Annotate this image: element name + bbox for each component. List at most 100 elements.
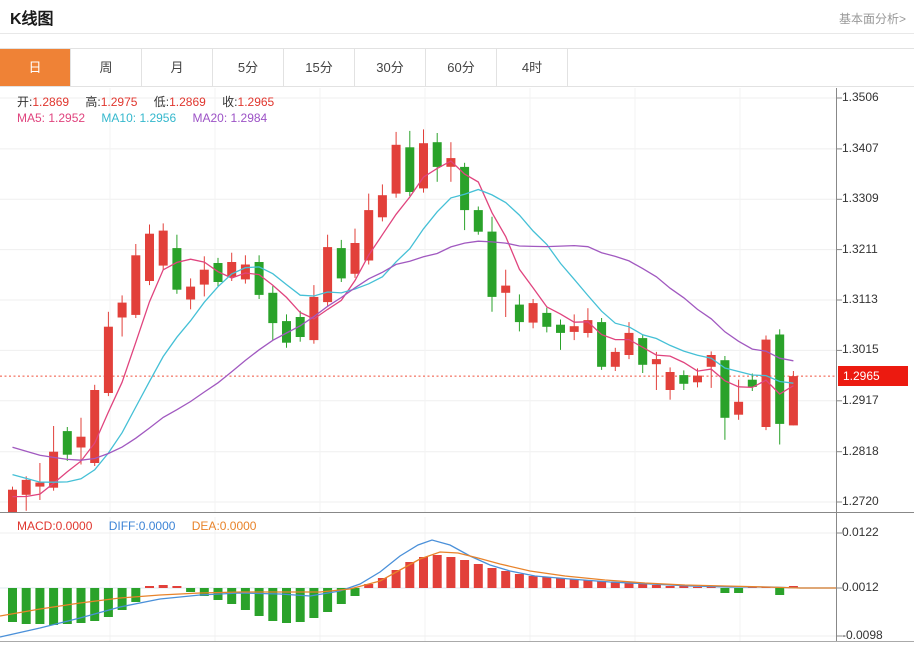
macd-bar[interactable]	[227, 588, 236, 604]
tab-interval-1[interactable]: 日	[0, 49, 71, 86]
candle[interactable]	[378, 184, 387, 221]
macd-bar[interactable]	[268, 588, 277, 621]
macd-bar[interactable]	[282, 588, 291, 623]
page-title: K线图	[10, 5, 54, 29]
ohlc-legend: 开:1.2869 高:1.2975 低:1.2869 收:1.2965	[17, 93, 274, 110]
macd-bar[interactable]	[159, 585, 168, 588]
candle[interactable]	[63, 427, 72, 461]
ma5-line	[13, 161, 794, 497]
candle[interactable]	[268, 286, 277, 340]
macd-bar[interactable]	[241, 588, 250, 610]
open-label: 开:	[17, 95, 32, 109]
macd-bar[interactable]	[145, 586, 154, 588]
candle[interactable]	[337, 240, 346, 282]
macd-bar[interactable]	[131, 588, 140, 602]
macd-bar[interactable]	[8, 588, 17, 622]
candle[interactable]	[323, 235, 332, 307]
macd-bar[interactable]	[720, 588, 729, 593]
dea-label: DEA:	[192, 519, 220, 533]
macd-bar[interactable]	[474, 564, 483, 588]
candle[interactable]	[775, 329, 784, 444]
macd-bar[interactable]	[172, 586, 181, 588]
macd-bar[interactable]	[186, 588, 195, 592]
candle[interactable]	[419, 129, 428, 192]
tab-interval-8[interactable]: 4时	[497, 49, 568, 86]
macd-bar[interactable]	[22, 588, 31, 624]
macd-bar[interactable]	[433, 555, 442, 588]
candle[interactable]	[583, 308, 592, 337]
macd-bar[interactable]	[666, 586, 675, 588]
candle[interactable]	[8, 487, 17, 519]
candle[interactable]	[22, 476, 31, 511]
candle[interactable]	[364, 194, 373, 265]
macd-bar[interactable]	[775, 588, 784, 595]
macd-bar[interactable]	[90, 588, 99, 621]
macd-bar[interactable]	[734, 588, 743, 593]
candle[interactable]	[666, 367, 675, 399]
candle[interactable]	[611, 348, 620, 371]
candle[interactable]	[789, 371, 798, 425]
candle[interactable]	[131, 244, 140, 318]
macd-histogram	[8, 555, 798, 625]
candle[interactable]	[159, 223, 168, 269]
macd-bar[interactable]	[556, 578, 565, 588]
candle[interactable]	[460, 163, 469, 230]
candle[interactable]	[405, 131, 414, 196]
candle[interactable]	[597, 318, 606, 370]
macd-bar[interactable]	[351, 588, 360, 596]
axis-tick-label: -0.0098	[842, 628, 883, 642]
candle[interactable]	[638, 335, 647, 374]
close-value: 1.2965	[238, 95, 275, 109]
macd-bar[interactable]	[652, 585, 661, 588]
ma5-value: 1.2952	[48, 111, 85, 125]
ma20-label: MA20:	[192, 111, 227, 125]
macd-bar[interactable]	[515, 574, 524, 588]
macd-bar[interactable]	[529, 576, 538, 588]
macd-bar[interactable]	[501, 571, 510, 588]
candle[interactable]	[392, 132, 401, 198]
candle[interactable]	[501, 270, 510, 317]
candle[interactable]	[652, 352, 661, 390]
tab-interval-7[interactable]: 60分	[426, 49, 497, 86]
high-value: 1.2975	[101, 95, 138, 109]
axis-label-column: 1.35061.34071.33091.32111.31131.30151.29…	[842, 0, 914, 645]
candle[interactable]	[474, 207, 483, 235]
candle[interactable]	[679, 370, 688, 390]
macd-bar[interactable]	[419, 557, 428, 588]
candle[interactable]	[90, 385, 99, 466]
axis-tick-label: 1.3113	[842, 292, 878, 306]
macd-bar[interactable]	[460, 560, 469, 588]
macd-legend: MACD:0.0000 DIFF:0.0000 DEA:0.0000	[17, 519, 256, 533]
tab-interval-6[interactable]: 30分	[355, 49, 426, 86]
macd-bar[interactable]	[638, 584, 647, 588]
candle[interactable]	[145, 225, 154, 286]
macd-bar[interactable]	[570, 579, 579, 588]
candle[interactable]	[186, 278, 195, 309]
macd-bar[interactable]	[446, 557, 455, 588]
macd-bar[interactable]	[104, 588, 113, 617]
candle[interactable]	[488, 217, 497, 312]
tab-interval-3[interactable]: 月	[142, 49, 213, 86]
candle[interactable]	[118, 295, 127, 336]
candle[interactable]	[542, 308, 551, 333]
low-value: 1.2869	[169, 95, 206, 109]
macd-bar[interactable]	[488, 568, 497, 588]
candle[interactable]	[556, 320, 565, 350]
candle[interactable]	[570, 314, 579, 340]
candle[interactable]	[625, 322, 634, 359]
tab-interval-5[interactable]: 15分	[284, 49, 355, 86]
tab-interval-4[interactable]: 5分	[213, 49, 284, 86]
macd-bar[interactable]	[35, 588, 44, 624]
candle[interactable]	[351, 229, 360, 278]
candle[interactable]	[748, 374, 757, 392]
macd-bar[interactable]	[296, 588, 305, 622]
axis-tick-label: 1.2917	[842, 393, 879, 407]
candle[interactable]	[104, 312, 113, 396]
open-value: 1.2869	[32, 95, 69, 109]
candle[interactable]	[433, 133, 442, 182]
axis-tick-label: 1.3211	[842, 242, 878, 256]
tab-interval-2[interactable]: 周	[71, 49, 142, 86]
kline-chart-canvas[interactable]	[0, 88, 914, 645]
macd-bar[interactable]	[693, 587, 702, 588]
macd-bar[interactable]	[542, 577, 551, 588]
